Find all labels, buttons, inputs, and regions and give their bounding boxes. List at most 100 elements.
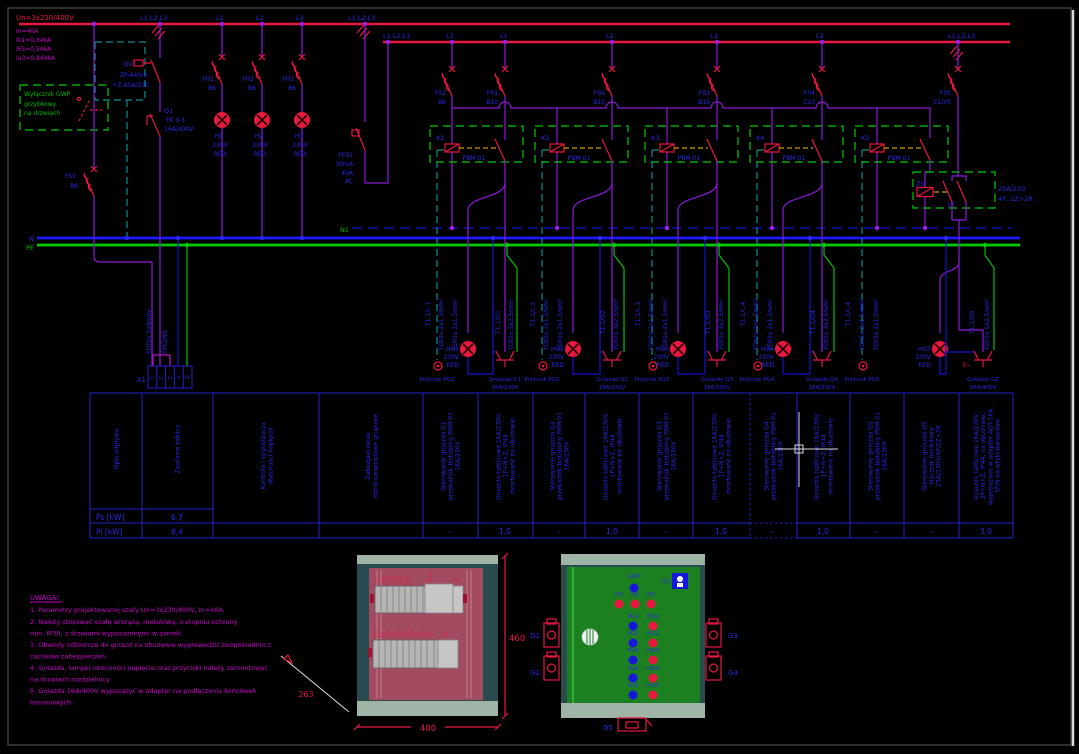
th-7: Sterowanie gniazda G2 przekaźnik bistabil… [550, 412, 571, 500]
svg-text:Gniazdo tablicowe 16A/230V,: Gniazdo tablicowe 16A/230V, [973, 412, 980, 500]
note-5b: bananowych. [30, 699, 73, 707]
note-2: 2. Należy stosować szafę wiszącą, metalo… [30, 618, 238, 626]
door-g5-label: G5 [603, 724, 613, 732]
svg-text:Sterowanie gniazda G4: Sterowanie gniazda G4 [764, 421, 771, 491]
door-g1-label: G1 [530, 632, 540, 640]
svg-text:Q2: Q2 [375, 577, 380, 583]
f03-label: F03 [699, 90, 710, 97]
th-6: Gniazdo tablicowe 16A/230V, 1P+N+Z, IP44 m… [496, 412, 517, 500]
x1-t2: L2 [159, 375, 164, 380]
n-bus-label: N [29, 235, 34, 243]
svg-text:przekaźnik bistabilny PBM-01: przekaźnik bistabilny PBM-01 [664, 412, 671, 500]
f04-label: F04 [804, 90, 815, 97]
f05-rating: C10/3 [933, 99, 951, 106]
door-g3-label: G3 [728, 632, 738, 640]
svg-text:Gniazdo tablicowe 16A/230V,: Gniazdo tablicowe 16A/230V, [603, 412, 610, 500]
g1-caption: Gniazdo G1 [489, 377, 521, 383]
o4-cable-tag: T1.1/O4 [810, 310, 817, 335]
note-5: 5. Gniazda 16A/400V wyposażyć w adapter … [30, 687, 257, 695]
f05-label: F05 [940, 90, 951, 97]
n1-bus-label: N1 [340, 226, 349, 234]
circuit-table: Opis odpływu Zasilanie tablicy Kontrola … [89, 392, 1014, 539]
param-ik3: Ik3=0,54kA [16, 46, 52, 53]
svg-text:–: – [557, 527, 561, 536]
g1-rating: 16A/230V [492, 385, 519, 391]
svg-text:1,0: 1,0 [499, 527, 511, 536]
svg-text:HG5: HG5 [647, 683, 659, 689]
svg-text:–: – [664, 527, 668, 536]
svg-text:K1: K1 [379, 631, 384, 637]
door-g2-label: G2 [530, 669, 540, 677]
circuit-g3: F03 B10 HG3 230V RED Przycisk PG3 Gniazd… [634, 42, 733, 391]
svg-text:400: 400 [420, 724, 436, 734]
svg-text:FH2: FH2 [399, 575, 404, 583]
x1-label: X1 [137, 376, 146, 384]
svg-text:montowane na obudowie: montowane na obudowie [617, 418, 624, 494]
o2-cable: YDYżo 3x2,5mm² [613, 298, 620, 351]
z5-label: Z5 [916, 180, 925, 188]
param-ik1: Ik1=0,34kA [16, 37, 52, 44]
g5-caption: Gniazdo G5 [967, 377, 999, 383]
bus1-label-1: L1 [216, 14, 224, 22]
h1-voltage: 230V [212, 142, 228, 149]
h3-label: H3 [295, 133, 304, 140]
hg1-voltage: 230V [443, 354, 459, 361]
bus2-label-2: L1 [500, 32, 508, 40]
dimension-263: 263 [280, 653, 350, 713]
svg-text:263: 263 [298, 690, 313, 699]
c4-cable-a: YDYżo 2x1,5mm² [753, 298, 760, 351]
svg-text:16A/230V: 16A/230V [671, 440, 678, 470]
dimension-460: 460 [501, 552, 525, 720]
door-h1-lamp [614, 599, 624, 609]
h2-label: H2 [255, 133, 264, 140]
q1-type1: EK 0-1 [166, 117, 186, 124]
fs1-rating: B6 [70, 183, 78, 190]
dimension-400: 400 [353, 723, 502, 734]
g4-caption: Gniazdo G4 [806, 377, 838, 383]
svg-text:montowane na obudowie: montowane na obudowie [726, 418, 733, 494]
svg-text:Zabezpieczenie: Zabezpieczenie [365, 432, 372, 479]
svg-text:16A/230V: 16A/230V [564, 440, 571, 470]
g5-rating: 16A/400V [970, 385, 997, 391]
c5-cable-b: YDYżo 2x1,5mm² [873, 298, 880, 351]
g2-caption: Gniazdo G2 [596, 377, 628, 383]
svg-text:Gniazdo tablicowe 16A/230V,: Gniazdo tablicowe 16A/230V, [814, 412, 821, 500]
f01-rating: B10 [486, 99, 498, 106]
svg-text:przekaźnik bistabilny PBM-01: przekaźnik bistabilny PBM-01 [557, 412, 564, 500]
fh2-rating: B6 [248, 85, 256, 92]
th-12: Gniazdo tablicowe 16A/230V, 1P+N+Z, IP44 m… [814, 412, 835, 500]
svg-text:PG5: PG5 [627, 683, 639, 689]
circuit-g5: F05 C10/3 3~ HG5 230V RED Przycisk PG5 G… [844, 42, 999, 391]
c5-cable-a: YDYżo 2x1,5mm² [859, 298, 866, 351]
bus2-label-1: L3 [446, 32, 454, 40]
o5-cable-tag: T1.1/O5 [969, 310, 976, 335]
ps-row-label: Ps [kW] [96, 513, 124, 522]
bus2-label-5: L2 [816, 32, 824, 40]
pe-bus-label: PE [26, 244, 34, 252]
hg2-color: RED [551, 362, 564, 369]
svg-text:HG1: HG1 [647, 614, 659, 620]
h3-color: RED [294, 151, 307, 158]
svg-text:–: – [929, 527, 933, 536]
svg-text:PG3: PG3 [627, 648, 639, 654]
svg-text:FH3: FH3 [405, 575, 410, 583]
fh3-label: FH3 [282, 76, 294, 83]
hg3-color: RED [656, 362, 669, 369]
ff01-l2: 30mA [335, 161, 353, 168]
svg-text:Gniazdo tablicowe 16A/230V,: Gniazdo tablicowe 16A/230V, [496, 412, 503, 500]
o2-cable-tag: T1.1/O2 [600, 310, 607, 335]
svg-text:K5: K5 [427, 631, 432, 637]
ff01-l3: 40A [341, 170, 354, 177]
cad-canvas: Un=3x230/400V In=40A Ik1=0,34kA Ik3=0,54… [0, 0, 1079, 754]
door-g4-label: G4 [728, 669, 738, 677]
x1-t5: PE [185, 375, 190, 380]
svg-text:–: – [448, 527, 452, 536]
h2-color: RED [254, 151, 267, 158]
fh1-rating: B6 [208, 85, 216, 92]
svg-text:25A/230V/4P/2Z+2R: 25A/230V/4P/2Z+2R [936, 425, 943, 487]
svg-text:przekaźnik bistabilny PBM-01: przekaźnik bistabilny PBM-01 [771, 412, 778, 500]
h1-color: RED [214, 151, 227, 158]
th-8: Gniazdo tablicowe 16A/230V, 1P+N+Z, IP44 m… [603, 412, 624, 500]
main-buses [19, 22, 1020, 247]
th-14: Sterowanie gniazda G5 stycznik modułowy 25… [922, 421, 943, 491]
